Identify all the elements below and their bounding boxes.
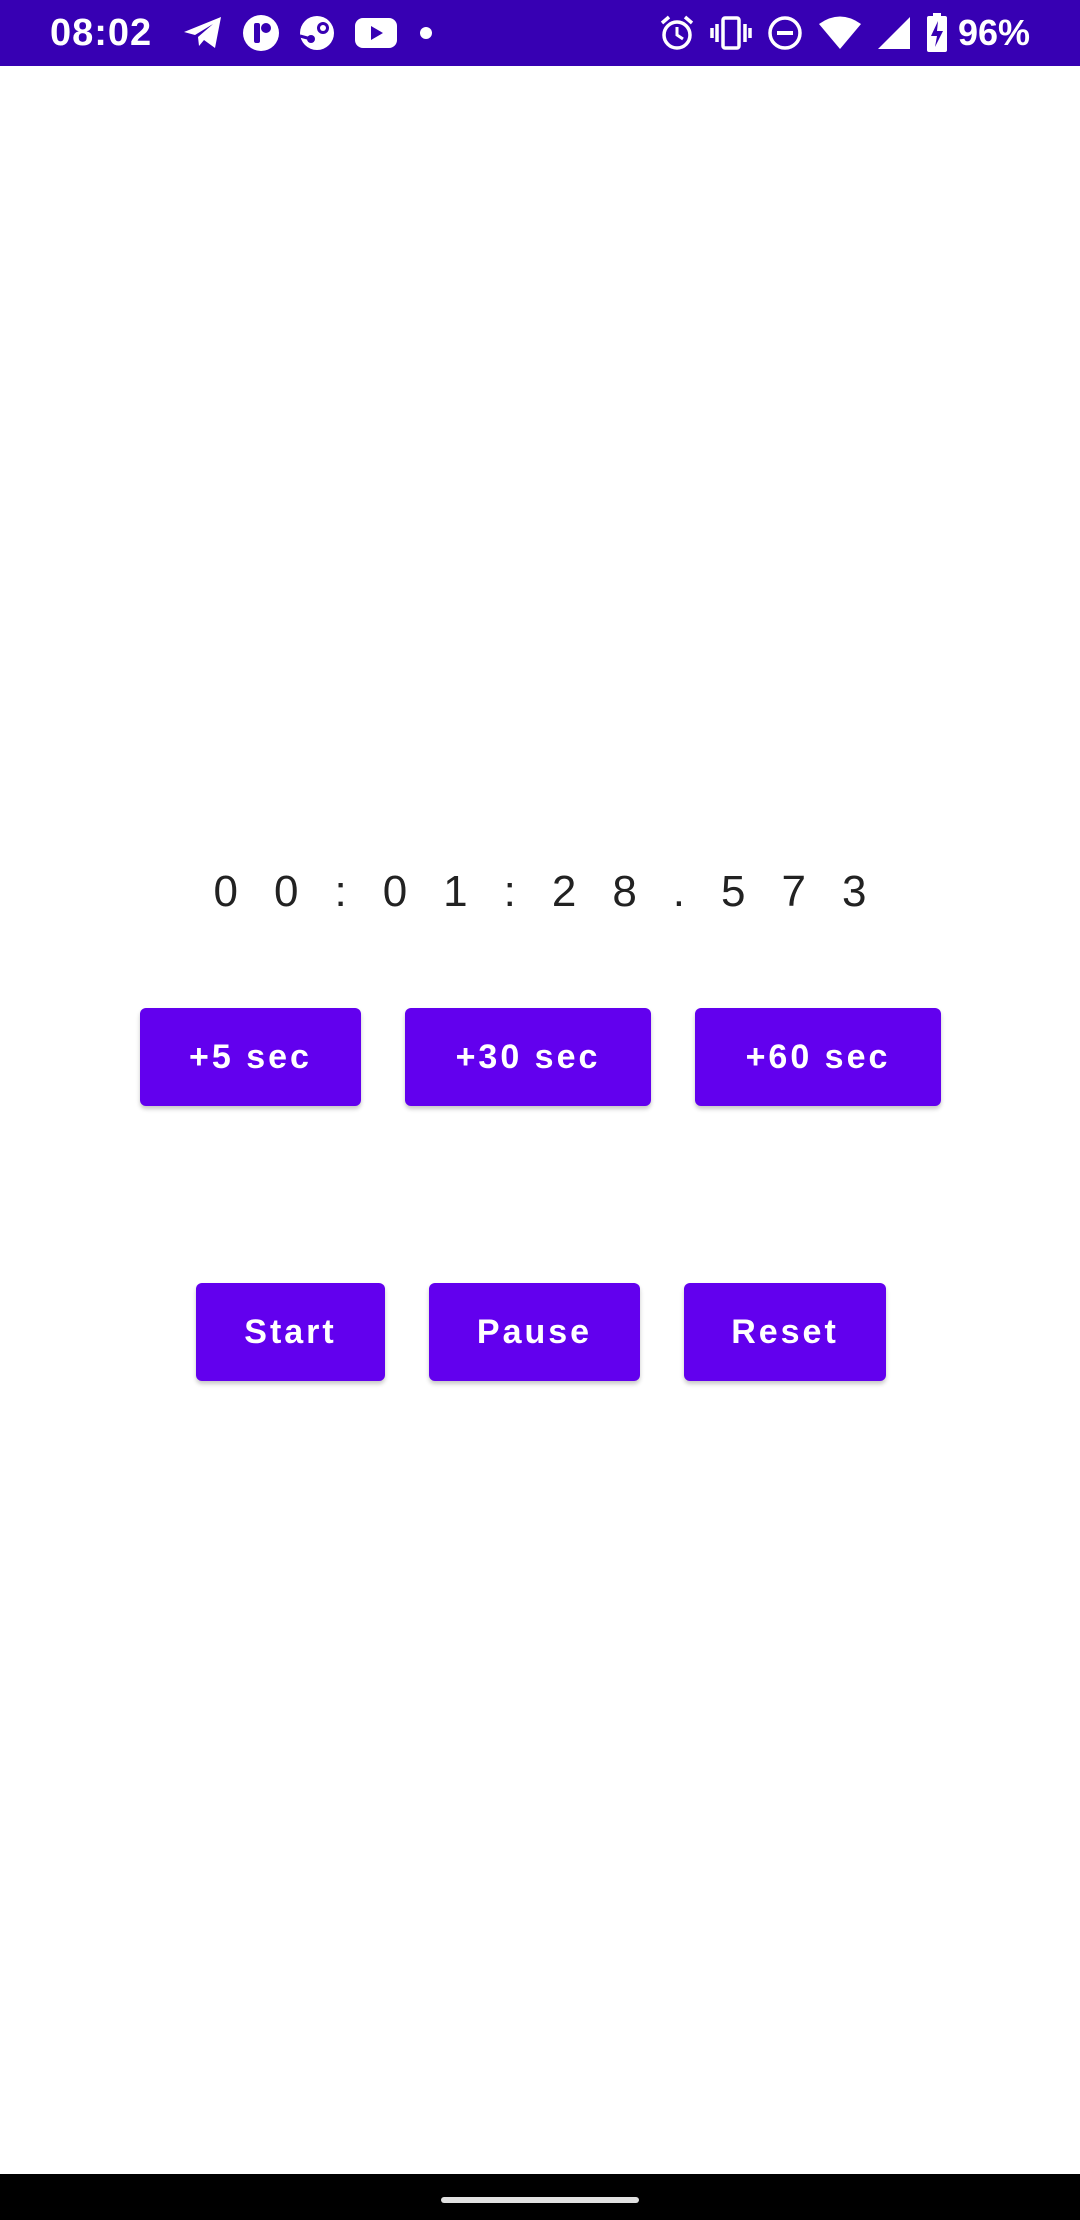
- navigation-bar: [0, 2174, 1080, 2220]
- do-not-disturb-icon: [766, 14, 804, 52]
- battery-charging-icon: [926, 13, 948, 53]
- notification-icons: [182, 10, 436, 56]
- notification-dot-icon: [416, 23, 436, 43]
- vibrate-icon: [710, 15, 752, 51]
- battery-percent: 96%: [957, 12, 1030, 53]
- add-5-seconds-button[interactable]: +5 sec: [140, 1008, 361, 1106]
- wifi-icon: [818, 15, 862, 51]
- add-30-seconds-button[interactable]: +30 sec: [405, 1008, 651, 1106]
- stopwatch-screen: 08:02 96% 00:01:28.573 +5 sec +30 sec +6…: [0, 0, 1080, 2220]
- reset-button[interactable]: Reset: [684, 1283, 886, 1381]
- start-button[interactable]: Start: [196, 1283, 385, 1381]
- add-60-seconds-button[interactable]: +60 sec: [695, 1008, 941, 1106]
- system-icons: 96%: [658, 8, 1030, 58]
- timer-display: 00:01:28.573: [213, 867, 903, 916]
- status-bar: 08:02 96%: [0, 0, 1080, 66]
- youtube-icon: [354, 17, 398, 49]
- home-gesture-handle[interactable]: [441, 2197, 639, 2203]
- signal-icon: [876, 15, 912, 51]
- alarm-icon: [658, 14, 696, 52]
- pause-button[interactable]: Pause: [429, 1283, 640, 1381]
- telegram-icon: [182, 15, 224, 51]
- status-time: 08:02: [50, 12, 153, 54]
- steam-icon: [298, 14, 336, 52]
- app-icon: [242, 14, 280, 52]
